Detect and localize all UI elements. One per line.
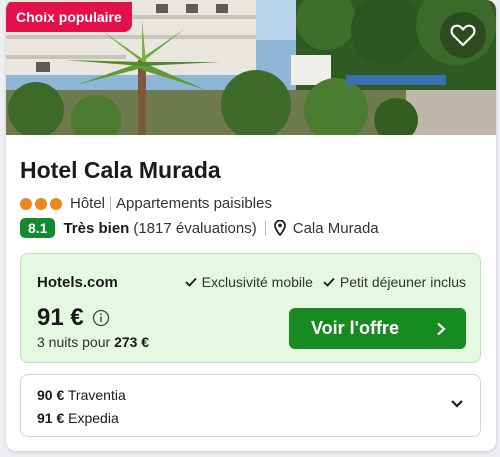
perk-label: Exclusivité mobile (201, 274, 313, 290)
star-dot-icon (35, 197, 47, 210)
chevron-right-icon (437, 322, 446, 335)
view-offer-label: Voir l'offre (311, 318, 399, 338)
checkmark-icon (323, 277, 335, 287)
location-pin-icon (273, 220, 286, 236)
other-offer-row[interactable]: 91 € Expedia (37, 410, 119, 426)
star-rating (20, 197, 62, 210)
other-offer-price: 91 € (37, 410, 65, 426)
offer-price-row: 91 € (37, 304, 110, 332)
other-offer-provider: Traventia (67, 387, 126, 403)
info-icon[interactable] (92, 309, 110, 327)
hotel-location[interactable]: Cala Murada (293, 220, 379, 237)
other-offer-provider: Expedia (68, 410, 119, 426)
nights-text: 3 nuits pour (37, 334, 111, 350)
other-offers[interactable]: 90 € Traventia 91 € Expedia (20, 374, 481, 437)
other-offer-row[interactable]: 90 € Traventia (37, 387, 126, 403)
hotel-card[interactable]: Choix populaire Hotel Cala Murada Hôtel … (6, 0, 496, 451)
rating-row: 8.1 Très bien (1817 évaluations) Cala Mu… (20, 218, 379, 238)
chevron-down-icon[interactable] (450, 399, 464, 409)
total-price: 273 € (114, 334, 150, 350)
hotel-name[interactable]: Hotel Cala Murada (20, 157, 221, 184)
divider (264, 220, 266, 236)
popular-badge: Choix populaire (6, 2, 132, 32)
hotel-photo[interactable]: Choix populaire (6, 0, 496, 135)
hotel-type-row: Hôtel Appartements paisibles (20, 195, 272, 212)
offer-price: 91 € (37, 304, 84, 331)
rating-label: Très bien (63, 219, 130, 237)
heart-icon (450, 24, 476, 47)
perk-item: Petit déjeuner inclus (323, 274, 466, 290)
checkmark-icon (185, 277, 197, 287)
offer-provider: Hotels.com (37, 274, 118, 291)
star-dot-icon (50, 197, 62, 210)
rating-score: 8.1 (20, 218, 56, 238)
favorite-button[interactable] (440, 12, 486, 58)
offer-perks: Exclusivité mobile Petit déjeuner inclus (185, 274, 466, 290)
view-offer-button[interactable]: Voir l'offre (289, 308, 466, 349)
other-offer-price: 90 € (37, 387, 65, 403)
star-dot-icon (20, 197, 32, 210)
divider (110, 196, 112, 211)
hotel-type: Hôtel (70, 195, 106, 212)
perk-label: Petit déjeuner inclus (339, 274, 466, 290)
hotel-tagline: Appartements paisibles (116, 195, 272, 212)
stay-summary: 3 nuits pour 273 € (37, 334, 149, 350)
review-count[interactable]: (1817 évaluations) (133, 220, 256, 237)
featured-offer[interactable]: Hotels.com Exclusivité mobile Petit déje… (20, 253, 481, 363)
perk-item: Exclusivité mobile (185, 274, 313, 290)
